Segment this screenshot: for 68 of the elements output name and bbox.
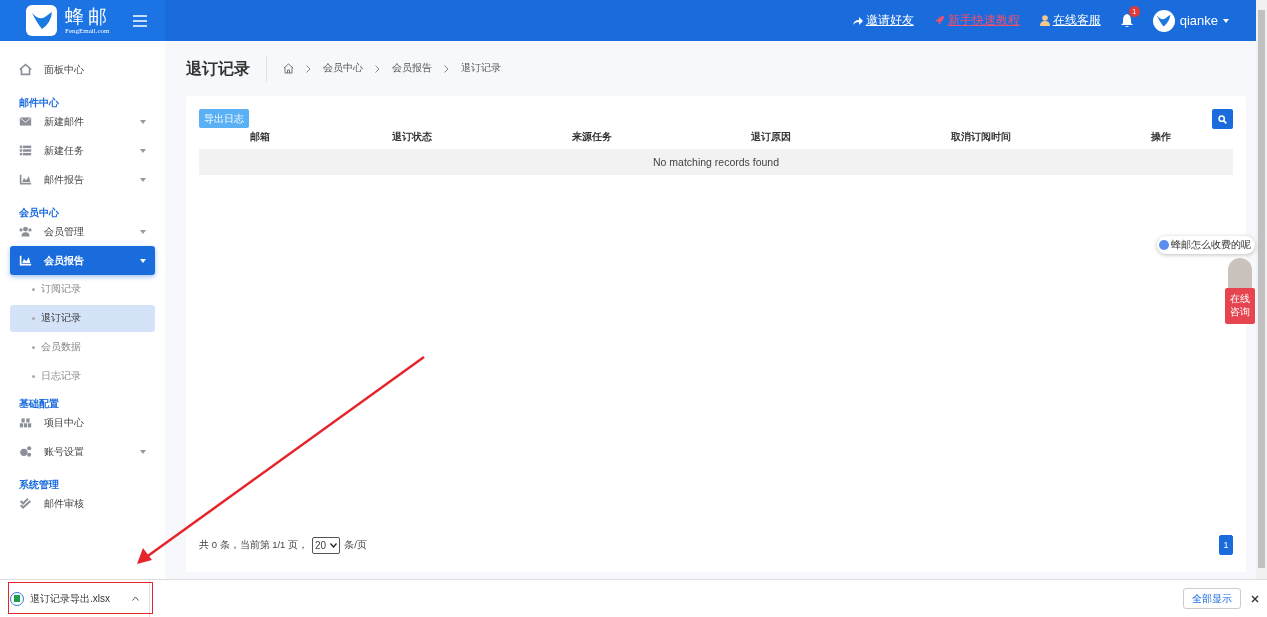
header-link[interactable]: 邀请好友 [851, 12, 914, 29]
column-header: 退订状态 [391, 130, 433, 144]
photo-placeholder [1228, 258, 1252, 288]
download-file-name[interactable]: 退订记录导出.xlsx [30, 591, 126, 606]
chevron-right-icon [375, 64, 380, 73]
search-icon [1218, 114, 1227, 124]
house-icon [19, 63, 32, 76]
sidebar-item[interactable]: 项目中心 [10, 408, 155, 437]
sidebar-section-heading: 邮件中心 [18, 96, 60, 107]
sidebar-section-heading: 系统管理 [18, 478, 60, 489]
page-title: 退订记录 [186, 55, 267, 82]
consult-button[interactable]: 在线 咨询 [1225, 288, 1255, 324]
breadcrumb-item: 退订记录 [461, 62, 501, 75]
sidebar-item[interactable]: 邮件报告 [10, 165, 155, 194]
column-header: 来源任务 [571, 130, 613, 144]
column-header: 取消订阅时间 [950, 130, 1012, 144]
home-icon[interactable] [283, 63, 294, 74]
sidebar-section-heading: 会员中心 [18, 206, 60, 217]
column-header: 退订原因 [750, 130, 792, 144]
sidebar-item[interactable]: 账号设置 [10, 437, 155, 466]
breadcrumb-item[interactable]: 会员中心 [323, 62, 363, 75]
page-size-select[interactable]: 20 [312, 536, 341, 554]
bell-icon[interactable] [1120, 14, 1133, 27]
sidebar-item[interactable]: 新建邮件 [10, 107, 155, 136]
envelope-icon [19, 115, 32, 128]
notification-badge: 1 [1128, 6, 1140, 17]
search-button[interactable] [1212, 109, 1233, 129]
double-check-icon [19, 497, 32, 510]
sidebar-subitem[interactable]: 订阅记录 [10, 276, 155, 303]
column-header: 邮箱 [249, 130, 271, 144]
brand-name: 蜂邮 [65, 6, 111, 26]
pagination-summary: 共 0 条，当前第 1/1 页， [199, 538, 309, 552]
logo-icon [26, 5, 57, 36]
chevron-right-icon [444, 64, 449, 73]
close-icon[interactable] [1251, 594, 1259, 603]
breadcrumb-item[interactable]: 会员报告 [392, 62, 432, 75]
users-icon [19, 225, 32, 238]
page-size-suffix: 条/页 [344, 538, 367, 552]
chevron-up-icon[interactable] [132, 596, 139, 601]
sidebar-item[interactable]: 会员管理 [10, 217, 155, 246]
area-chart-icon [19, 254, 32, 267]
page-button[interactable]: 1 [1219, 535, 1233, 555]
user-name[interactable]: qianke [1179, 13, 1218, 28]
list-icon [19, 144, 32, 157]
chevron-right-icon [306, 64, 311, 73]
chat-bubble[interactable]: 蜂邮怎么收费的呢 [1157, 236, 1255, 254]
column-header: 操作 [1150, 130, 1172, 144]
show-all-button[interactable]: 全部显示 [1183, 588, 1241, 609]
sidebar-subitem[interactable]: 会员数据 [10, 334, 155, 361]
empty-table-message: No matching records found [199, 149, 1233, 175]
sidebar-subitem[interactable]: 日志记录 [10, 363, 155, 390]
header-link[interactable]: 在线客服 [1039, 12, 1101, 29]
sidebar-section-heading: 基础配置 [18, 397, 60, 408]
chevron-down-icon [330, 542, 338, 548]
sidebar-item[interactable]: 邮件审核 [10, 489, 155, 518]
scrollbar-thumb[interactable] [1258, 10, 1265, 568]
caret-icon [1223, 18, 1229, 23]
rocket-icon [933, 15, 945, 26]
sidebar-item[interactable]: 新建任务 [10, 136, 155, 165]
sidebar-item[interactable]: 面板中心 [10, 55, 155, 84]
sidebar-item[interactable]: 会员报告 [10, 246, 155, 275]
person-icon [1039, 15, 1050, 26]
share-arrow-icon [851, 15, 863, 26]
menu-icon[interactable] [133, 14, 147, 27]
area-chart-icon [19, 173, 32, 186]
avatar-icon[interactable] [1152, 9, 1175, 32]
blocks-icon [19, 416, 32, 429]
sidebar-subitem[interactable]: 退订记录 [10, 305, 155, 332]
